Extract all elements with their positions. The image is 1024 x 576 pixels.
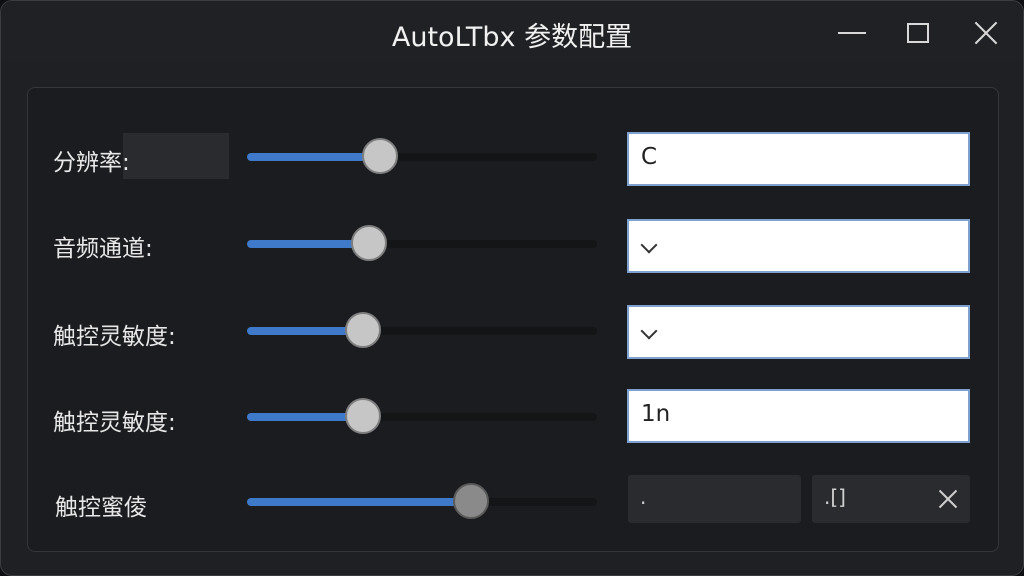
touch-sensitivity-label-2: 触控灵敏度: [53,410,176,436]
close-button[interactable] [963,13,1009,53]
touch-sensitivity-dropdown[interactable] [627,305,970,359]
touch-slider-5[interactable] [247,483,597,519]
touch-label-5: 触控蜜倰 [55,495,147,521]
maximize-icon [907,23,929,43]
minimize-button[interactable] [829,13,875,53]
row5-right-field[interactable]: .[] [812,475,970,523]
maximize-button[interactable] [895,13,941,53]
touch-sensitivity-field-value: 1n [641,401,671,427]
touch-sensitivity-slider[interactable] [247,312,597,348]
label-background [123,133,229,179]
settings-window: AutoLTbx 参数配置 分辨率: C 音频通道: 触控灵敏度: 触控灵敏度:… [0,0,1024,576]
close-icon [974,21,998,45]
minimize-icon [838,32,866,34]
chevron-down-icon [640,322,658,340]
resolution-field[interactable]: C [627,132,970,186]
slider-thumb[interactable] [453,483,489,519]
resolution-label: 分辨率: [53,150,130,176]
touch-sensitivity-field[interactable]: 1n [627,389,970,443]
slider-fill [247,498,471,506]
touch-sensitivity-slider-2[interactable] [247,398,597,434]
resolution-slider[interactable] [247,138,597,174]
clear-icon[interactable] [936,487,960,511]
slider-thumb[interactable] [345,312,381,348]
touch-sensitivity-label: 触控灵敏度: [53,324,176,350]
row5-right-field-value: .[] [824,485,846,509]
slider-fill [247,153,380,161]
slider-thumb[interactable] [345,398,381,434]
row5-left-field[interactable]: . [628,475,801,523]
audio-channel-label: 音频通道: [53,236,153,262]
slider-thumb[interactable] [351,225,387,261]
audio-channel-slider[interactable] [247,225,597,261]
audio-channel-dropdown[interactable] [627,219,970,273]
resolution-field-value: C [641,144,658,170]
chevron-down-icon [640,236,658,254]
title-bar[interactable]: AutoLTbx 参数配置 [1,1,1023,63]
row5-left-field-value: . [640,485,647,509]
slider-thumb[interactable] [362,138,398,174]
